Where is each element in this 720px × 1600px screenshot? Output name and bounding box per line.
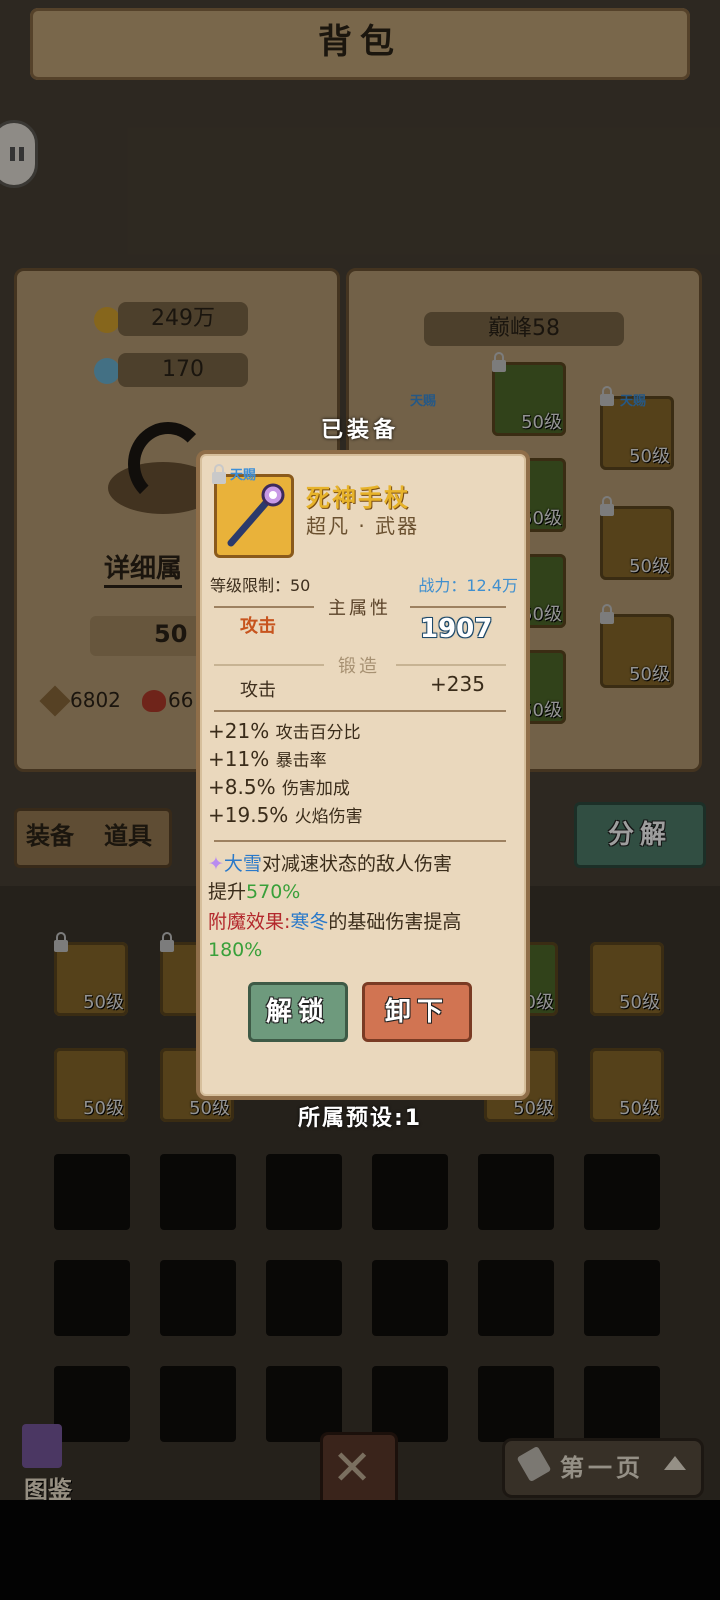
- forge-title: 锻造: [338, 656, 380, 677]
- divider: [214, 664, 324, 666]
- combat-power: 战力：12.4万: [418, 576, 518, 595]
- substat-1: +21% 攻击百分比: [208, 718, 361, 743]
- skill-value: 570%: [246, 881, 301, 903]
- divider: [396, 664, 506, 666]
- skill-name: 大雪: [223, 853, 262, 875]
- enchant-name: 寒冬: [290, 911, 329, 933]
- substat-2: +11% 暴击率: [208, 746, 327, 771]
- lock-icon: [212, 464, 226, 484]
- enchant-description: 附魔效果:寒冬的基础伤害提高 180%: [208, 908, 516, 964]
- level-limit: 等级限制：50: [210, 576, 311, 595]
- equipped-label: 已装备: [320, 418, 399, 443]
- main-attr-title: 主属性: [328, 598, 391, 619]
- skill-text: 对减速状态的敌人伤害: [261, 853, 452, 875]
- main-attr-label: 攻击: [240, 616, 276, 637]
- forge-value: +235: [430, 672, 485, 696]
- sparkle-icon: ✦: [208, 853, 224, 875]
- gift-tag: 天赐: [230, 468, 257, 483]
- item-name: 死神手杖: [306, 484, 410, 512]
- item-icon-frame: [214, 474, 294, 558]
- skill-description: ✦大雪对减速状态的敌人伤害 提升570%: [208, 850, 516, 906]
- staff-icon: [227, 483, 285, 547]
- divider: [410, 606, 506, 608]
- divider: [214, 606, 314, 608]
- enchant-text: 的基础伤害提高: [328, 911, 462, 933]
- skill-text-2: 提升: [208, 881, 247, 903]
- substat-label: 火焰伤害: [294, 807, 363, 827]
- preset-label: 所属预设:1: [297, 1106, 423, 1131]
- substat-value: +8.5%: [208, 775, 276, 799]
- main-attr-value: 1907: [420, 614, 493, 644]
- enchant-label: 附魔效果:: [208, 911, 291, 933]
- forge-label: 攻击: [240, 680, 276, 701]
- substat-value: +21%: [208, 719, 270, 743]
- substat-label: 攻击百分比: [275, 723, 361, 743]
- substat-label: 伤害加成: [281, 779, 350, 799]
- unlock-button[interactable]: 解锁: [248, 982, 348, 1042]
- item-subtitle: 超凡 · 武器: [306, 514, 420, 538]
- divider: [214, 840, 506, 842]
- substat-3: +8.5% 伤害加成: [208, 774, 350, 799]
- substat-label: 暴击率: [275, 751, 327, 771]
- divider: [214, 710, 506, 712]
- enchant-value: 180%: [208, 939, 263, 961]
- substat-4: +19.5% 火焰伤害: [208, 802, 363, 827]
- substat-value: +19.5%: [208, 803, 289, 827]
- substat-value: +11%: [208, 747, 270, 771]
- unequip-button[interactable]: 卸下: [362, 982, 472, 1042]
- item-detail-card: 天赐 死神手杖 超凡 · 武器 等级限制：50 战力：12.4万 主属性 攻击 …: [196, 450, 530, 1100]
